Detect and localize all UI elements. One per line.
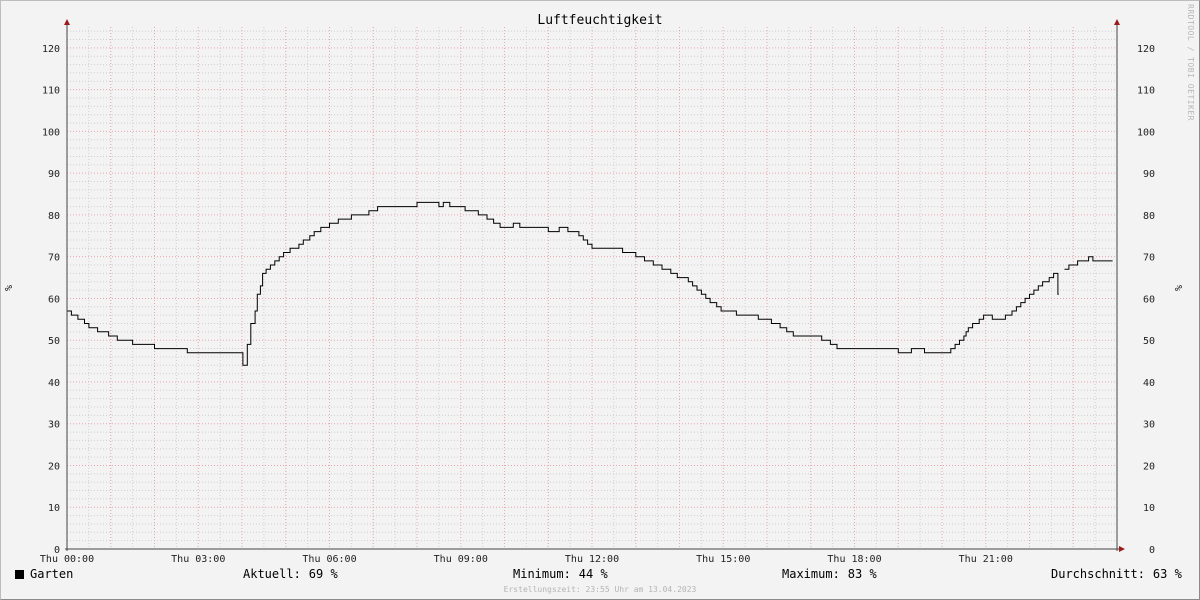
- legend-label: Garten: [30, 567, 74, 581]
- x-tick-labels: Thu 00:00 Thu 03:00 Thu 06:00 Thu 09:00 Thu …: [40, 554, 1013, 565]
- y-tick-label: 70: [48, 253, 60, 264]
- y-tick-label: 40: [1143, 378, 1155, 389]
- series-line-garten: [1064, 256, 1113, 270]
- y-tick-label: 50: [48, 336, 60, 347]
- chart-title: Luftfeuchtigkeit: [537, 13, 662, 28]
- y-axis-arrow-left: [64, 19, 70, 25]
- stat-average-label: Durchschnitt:: [1051, 567, 1145, 581]
- y-tick-label: 30: [1143, 420, 1155, 431]
- stat-minimum-value: 44 %: [578, 567, 608, 581]
- x-tick-label: Thu 09:00: [434, 554, 488, 565]
- y-axis-arrow-right: [1114, 19, 1120, 25]
- y-tick-label: 100: [1137, 127, 1155, 138]
- x-tick-label: Thu 00:00: [40, 554, 94, 565]
- stat-minimum-label: Minimum:: [513, 567, 571, 581]
- y-tick-label: 30: [48, 420, 60, 431]
- rrdtool-watermark: RRDTOOL / TOBI OETIKER: [1186, 4, 1195, 121]
- x-tick-label: Thu 21:00: [959, 554, 1013, 565]
- y-axis-label-left: %: [4, 285, 15, 291]
- stat-maximum-value: 83 %: [847, 567, 877, 581]
- x-tick-label: Thu 18:00: [827, 554, 881, 565]
- y-tick-label: 80: [48, 211, 60, 222]
- y-tick-label: 120: [1137, 44, 1155, 55]
- y-tick-label: 70: [1143, 253, 1155, 264]
- creation-time: Erstellungszeit: 23:55 Uhr am 13.04.2023: [503, 585, 697, 594]
- y-tick-label: 80: [1143, 211, 1155, 222]
- stat-maximum: Maximum: 83 %: [782, 567, 877, 581]
- y-tick-label: 60: [48, 294, 60, 305]
- stat-current: Aktuell: 69 %: [243, 567, 338, 581]
- humidity-chart: 0 10 20 30 40 50 60 70 80 90 100 110 120 0 10 20 30 40 50…: [4, 4, 1195, 565]
- y-tick-label: 100: [42, 127, 60, 138]
- y-tick-labels-left: 0102030405060708090100110120: [42, 44, 60, 556]
- y-tick-label: 10: [48, 503, 60, 514]
- stat-minimum: Minimum: 44 %: [513, 567, 608, 581]
- stat-current-value: 69 %: [308, 567, 338, 581]
- y-tick-label: 20: [1143, 461, 1155, 472]
- axes: [64, 19, 1125, 552]
- x-axis-arrow: [1119, 546, 1125, 552]
- major-grid: [67, 27, 1117, 549]
- series-lines: [67, 201, 1113, 366]
- y-tick-label: 120: [42, 44, 60, 55]
- y-tick-label: 110: [1137, 86, 1155, 97]
- x-tick-label: Thu 03:00: [171, 554, 225, 565]
- y-tick-label: 60: [1143, 294, 1155, 305]
- series-line-garten: [67, 201, 1059, 366]
- x-tick-label: Thu 06:00: [302, 554, 356, 565]
- y-tick-label: 20: [48, 461, 60, 472]
- y-tick-label: 110: [42, 86, 60, 97]
- y-tick-label: 90: [48, 169, 60, 180]
- y-tick-label: 0: [1149, 545, 1155, 556]
- y-tick-label: 40: [48, 378, 60, 389]
- y-tick-label: 90: [1143, 169, 1155, 180]
- legend-item-garten: Garten: [15, 567, 73, 581]
- y-axis-label-right: %: [1174, 285, 1185, 291]
- stat-average-value: 63 %: [1152, 567, 1182, 581]
- y-tick-label: 10: [1143, 503, 1155, 514]
- y-tick-label: 50: [1143, 336, 1155, 347]
- legend-swatch: [15, 570, 24, 579]
- stat-current-label: Aktuell:: [243, 567, 301, 581]
- x-tick-label: Thu 15:00: [696, 554, 750, 565]
- stat-average: Durchschnitt: 63 %: [1051, 567, 1182, 581]
- stat-maximum-label: Maximum:: [782, 567, 840, 581]
- x-tick-label: Thu 12:00: [565, 554, 619, 565]
- y-tick-labels-right: 0 10 20 30 40 50 60 70 80 90 100 110 120: [1137, 44, 1155, 556]
